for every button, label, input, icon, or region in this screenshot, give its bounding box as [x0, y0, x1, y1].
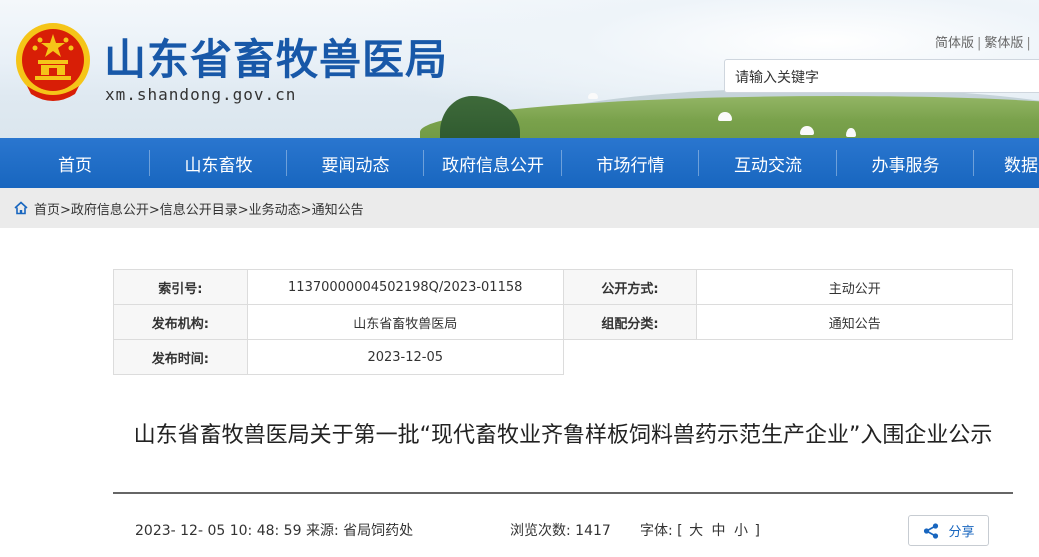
- nav-item-market[interactable]: 市场行情: [562, 138, 699, 188]
- language-switcher: 简体版 | 繁体版 |: [935, 32, 1034, 51]
- disclosure-method-value: 主动公开: [696, 269, 1013, 305]
- yurt-decoration: [718, 112, 732, 121]
- site-domain: xm.shandong.gov.cn: [105, 85, 297, 104]
- search-input[interactable]: 请输入关键字: [724, 59, 1039, 93]
- publisher-value: 山东省畜牧兽医局: [246, 304, 564, 340]
- category-label: 组配分类:: [562, 304, 698, 340]
- font-size-label: 字体:: [640, 523, 673, 539]
- site-header: 山东省畜牧兽医局 xm.shandong.gov.cn 简体版 | 繁体版 | 请输入…: [0, 0, 1039, 138]
- nav-item-interaction[interactable]: 互动交流: [699, 138, 837, 188]
- index-number-label: 索引号:: [113, 269, 248, 305]
- article-datetime-source: 2023- 12- 05 10: 48: 59 来源: 省局饲药处: [135, 523, 414, 539]
- share-label: 分享: [948, 525, 975, 540]
- yurt-decoration: [588, 93, 598, 99]
- category-value: 通知公告: [696, 304, 1013, 340]
- font-small-button[interactable]: 小: [734, 523, 748, 539]
- view-count: 浏览次数: 1417: [510, 523, 611, 539]
- main-nav: 首页 山东畜牧 要闻动态 政府信息公开 市场行情 互动交流 办事服务 数据: [0, 138, 1039, 188]
- font-bracket-close: ]: [754, 523, 760, 539]
- nav-item-news[interactable]: 要闻动态: [287, 138, 424, 188]
- title-divider: [113, 492, 1013, 494]
- nav-item-services[interactable]: 办事服务: [837, 138, 974, 188]
- nav-item-data[interactable]: 数据: [974, 138, 1039, 188]
- table-row: 发布时间: 2023-12-05: [113, 339, 1013, 375]
- index-number-value: 11370000004502198Q/2023-01158: [246, 269, 564, 305]
- font-medium-button[interactable]: 中: [712, 523, 726, 539]
- breadcrumb[interactable]: 首页>政府信息公开>信息公开目录>业务动态>通知公告: [34, 199, 364, 218]
- national-emblem-icon: [16, 23, 90, 101]
- lang-separator: |: [1026, 36, 1031, 51]
- font-large-button[interactable]: 大: [689, 523, 703, 539]
- nav-item-home[interactable]: 首页: [0, 138, 150, 188]
- share-icon: [924, 522, 939, 539]
- font-bracket-open: [: [677, 523, 683, 539]
- lang-separator: |: [977, 36, 982, 51]
- table-row: 发布机构: 山东省畜牧兽医局 组配分类: 通知公告: [113, 304, 1013, 340]
- nav-item-shandong-livestock[interactable]: 山东畜牧: [150, 138, 287, 188]
- yurt-decoration: [846, 128, 856, 137]
- lang-traditional-link[interactable]: 繁体版: [984, 36, 1023, 51]
- table-row: 索引号: 11370000004502198Q/2023-01158 公开方式:…: [113, 269, 1013, 305]
- publish-date-label: 发布时间:: [113, 339, 248, 375]
- share-button[interactable]: 分享: [908, 515, 989, 546]
- nav-item-gov-info[interactable]: 政府信息公开: [424, 138, 562, 188]
- publisher-label: 发布机构:: [113, 304, 248, 340]
- font-size-switcher: 字体: [ 大 中 小 ]: [640, 520, 760, 540]
- yurt-decoration: [800, 126, 814, 135]
- article-title: 山东省畜牧兽医局关于第一批“现代畜牧业齐鲁样板饲料兽药示范生产企业”入围企业公示: [133, 423, 993, 448]
- empty-cell: [562, 339, 1013, 375]
- site-title[interactable]: 山东省畜牧兽医局: [104, 26, 448, 87]
- home-icon: [14, 201, 28, 215]
- publish-date-value: 2023-12-05: [246, 339, 564, 375]
- disclosure-method-label: 公开方式:: [562, 269, 698, 305]
- lang-simplified-link[interactable]: 简体版: [935, 36, 974, 51]
- breadcrumb-bar: 首页>政府信息公开>信息公开目录>业务动态>通知公告: [0, 188, 1039, 228]
- document-info-table: 索引号: 11370000004502198Q/2023-01158 公开方式:…: [113, 269, 1013, 375]
